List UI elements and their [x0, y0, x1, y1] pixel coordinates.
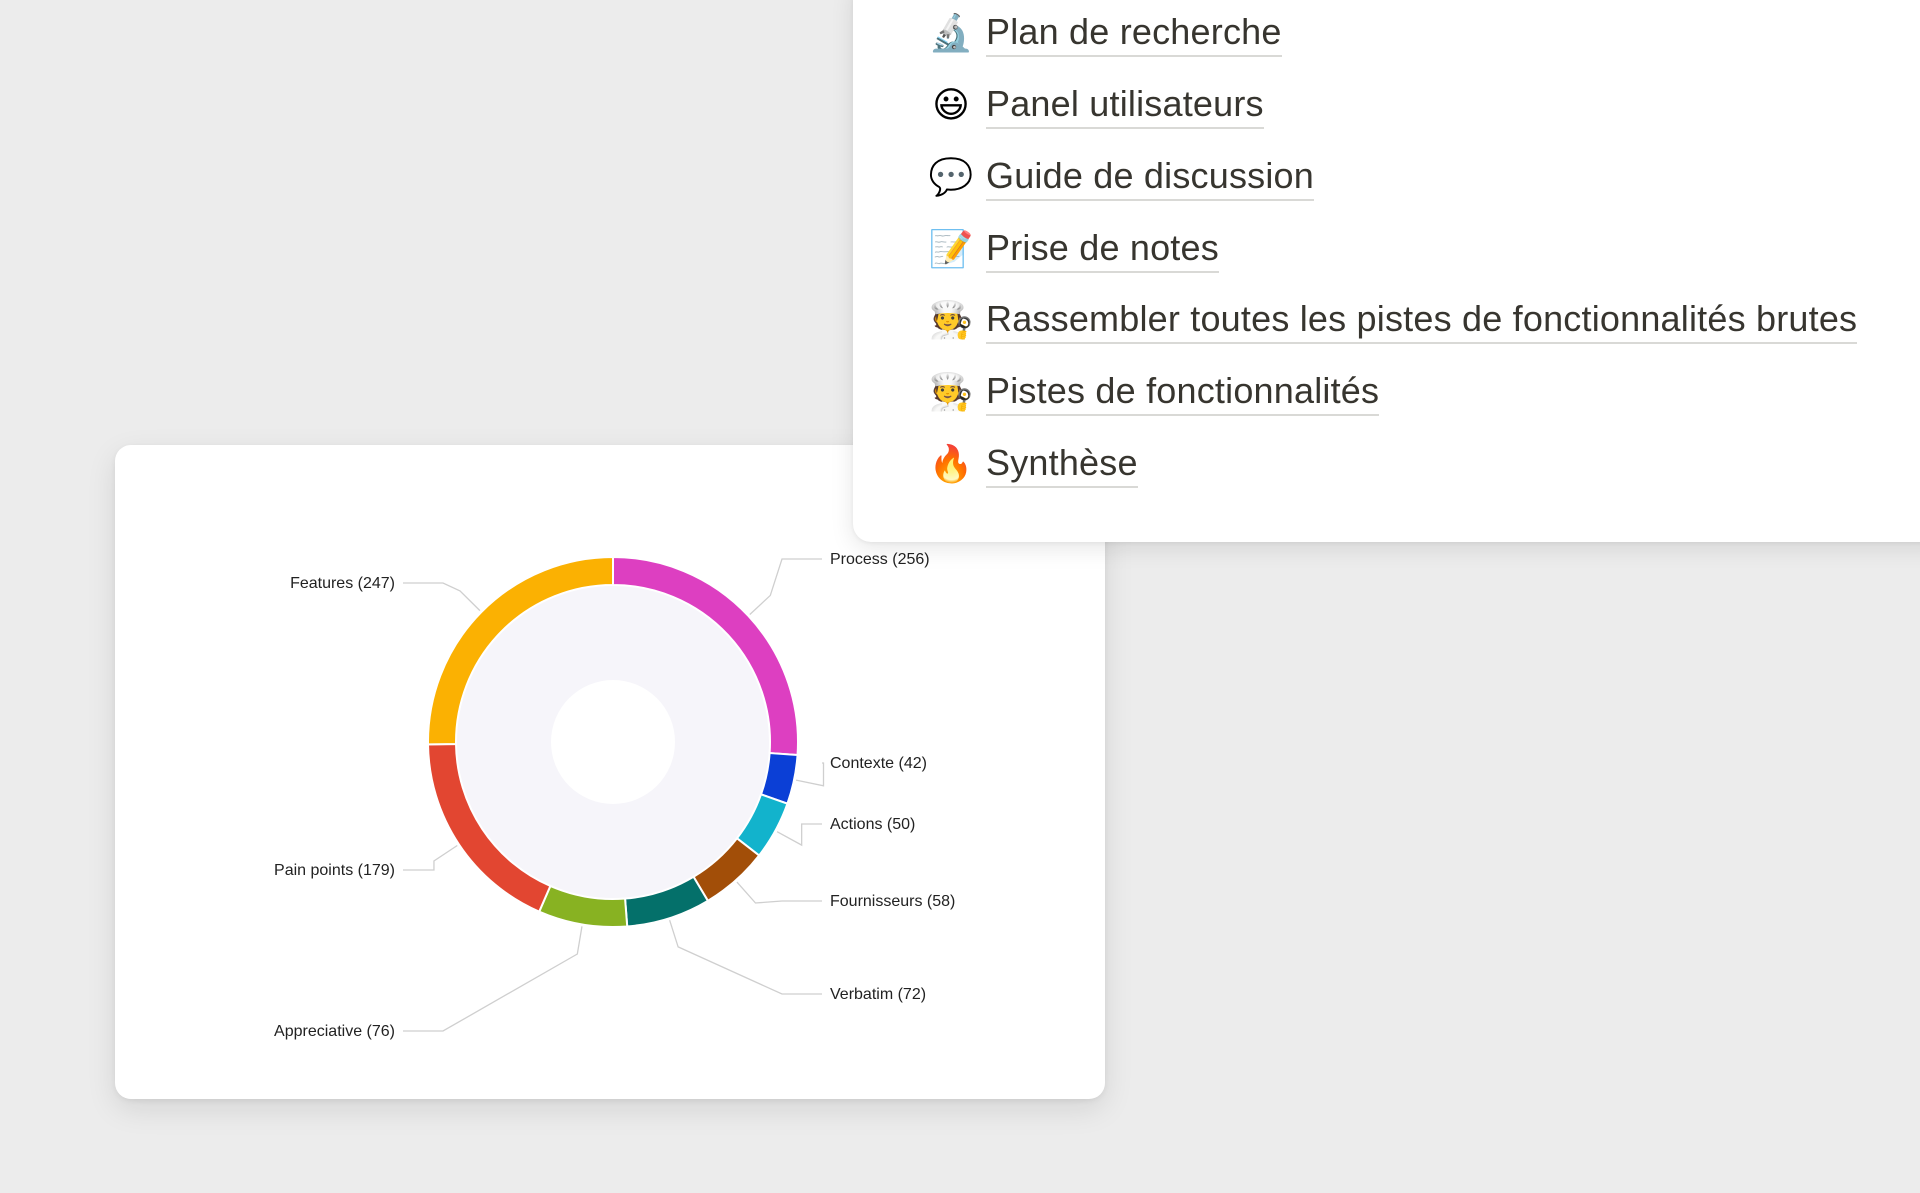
nav-item-guide-de-discussion[interactable]: 💬 Guide de discussion [928, 155, 1314, 201]
speech-bubble-icon: 💬 [928, 157, 974, 198]
cook-icon: 🧑‍🍳 [928, 372, 974, 413]
microscope-icon: 🔬 [928, 13, 974, 54]
smiley-icon: 😃 [932, 85, 970, 126]
slice-label: Actions (50) [830, 816, 915, 833]
memo-icon: 📝 [928, 229, 974, 270]
leader-line [776, 823, 822, 847]
page-list-panel: 🔬 Plan de recherche 😃 Panel utilisateurs… [853, 0, 1920, 542]
nav-item-synthese[interactable]: 🔥 Synthèse [928, 442, 1138, 488]
slice-label: Verbatim (72) [830, 986, 926, 1003]
fire-icon: 🔥 [928, 444, 974, 485]
slice-label: Contexte (42) [830, 755, 927, 772]
nav-item-panel-utilisateurs[interactable]: 😃 Panel utilisateurs [928, 83, 1264, 129]
leader-line [403, 582, 481, 612]
slice-label: Pain points (179) [274, 862, 395, 879]
nav-item-label: Plan de recherche [986, 11, 1282, 57]
slice-label: Process (256) [830, 551, 930, 568]
cook-icon: 🧑‍🍳 [928, 300, 974, 341]
nav-item-pistes-de-fonctionnalites[interactable]: 🧑‍🍳 Pistes de fonctionnalités [928, 370, 1380, 416]
nav-item-label: Synthèse [986, 442, 1138, 488]
donut-chart-card: Process (256) Contexte (42) Actions (50) Fo… [115, 445, 1105, 1099]
leader-line [749, 558, 822, 615]
leader-line [795, 762, 825, 787]
leader-line [736, 881, 822, 904]
slice-label: Features (247) [290, 575, 395, 592]
nav-item-plan-de-recherche[interactable]: 🔬 Plan de recherche [928, 11, 1282, 57]
nav-item-label: Pistes de fonctionnalités [986, 370, 1380, 416]
donut-chart: Process (256) Contexte (42) Actions (50) Fo… [274, 551, 955, 1040]
nav-item-label: Prise de notes [986, 227, 1219, 273]
donut-center-hole [551, 680, 675, 804]
slice-label: Fournisseurs (58) [830, 893, 955, 910]
leader-line [403, 844, 458, 871]
slice-label: Appreciative (76) [274, 1023, 395, 1040]
nav-item-label: Rassembler toutes les pistes de fonction… [986, 298, 1858, 344]
nav-item-label: Guide de discussion [986, 155, 1314, 201]
leader-line [669, 920, 822, 995]
leader-line [403, 926, 583, 1032]
nav-item-prise-de-notes[interactable]: 📝 Prise de notes [928, 227, 1219, 273]
nav-item-label: Panel utilisateurs [986, 83, 1264, 129]
nav-item-rassembler-pistes[interactable]: 🧑‍🍳 Rassembler toutes les pistes de fonc… [928, 298, 1858, 344]
